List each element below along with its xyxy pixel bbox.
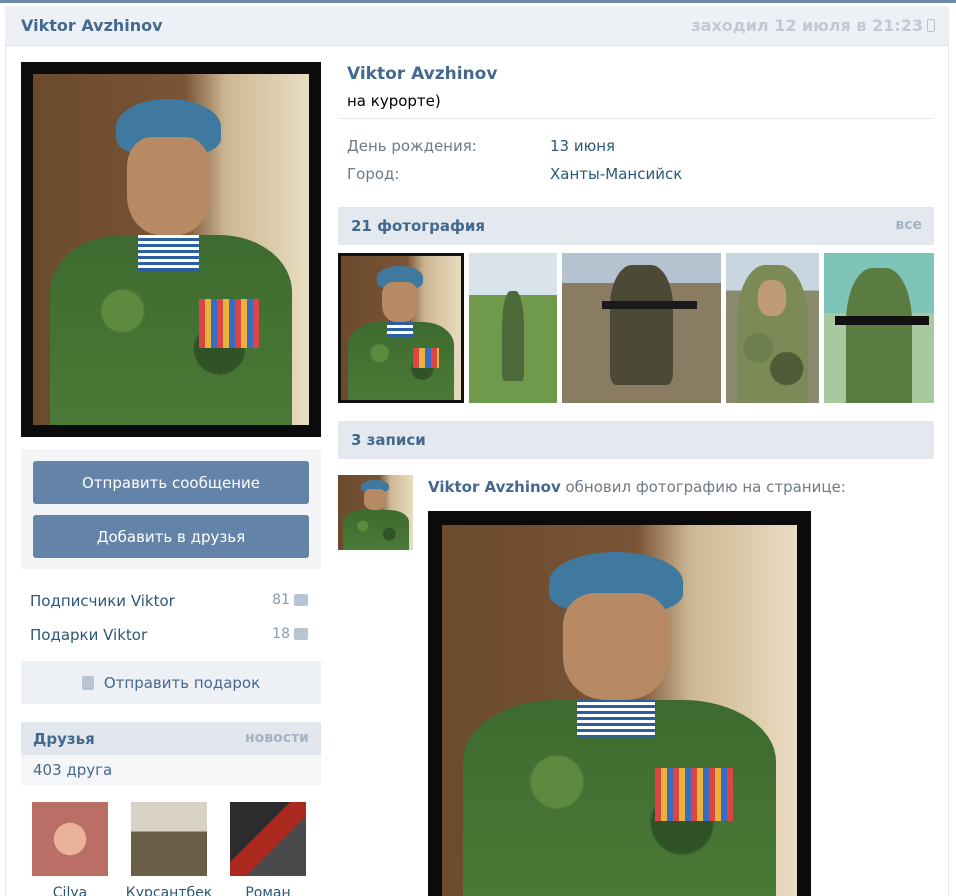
photo-thumbnail[interactable] [338, 253, 464, 403]
birthday-value[interactable]: 13 июня [550, 137, 615, 155]
medals-shape [655, 768, 734, 822]
soldier-figure [846, 268, 912, 403]
face-shape [562, 593, 670, 700]
face-shape [126, 137, 210, 236]
soldier-figure [609, 265, 674, 385]
soldier-figure [502, 290, 524, 381]
friends-count[interactable]: 403 друга [21, 755, 321, 785]
friend-avatar[interactable] [230, 802, 306, 876]
last-seen-status: заходил 12 июля в 21:23 [691, 16, 935, 35]
friend-name[interactable]: Курсантбек [119, 885, 219, 896]
photo-thumbnail[interactable] [469, 253, 557, 403]
photo-thumbnail[interactable] [562, 253, 721, 403]
gifts-count-value: 18 [272, 626, 290, 642]
followers-label: Подписчики Viktor [30, 592, 175, 610]
divider [338, 118, 934, 119]
followers-icon [294, 594, 308, 606]
post-author-avatar[interactable] [338, 475, 413, 550]
face-shape [381, 281, 418, 323]
wall-header: 3 записи [338, 421, 934, 459]
uniform-shape [342, 509, 409, 550]
friend-name[interactable]: Роман [218, 885, 318, 896]
gifts-label: Подарки Viktor [30, 626, 148, 644]
last-seen-text: заходил 12 июля в 21:23 [691, 16, 923, 35]
gifts-count: 18 [272, 626, 308, 642]
photos-title[interactable]: 21 фотография [351, 217, 485, 235]
mobile-phone-icon [927, 19, 935, 32]
profile-avatar[interactable] [21, 62, 321, 437]
action-buttons-box: Отправить сообщение Добавить в друзья [21, 449, 321, 569]
post-action-text: обновил фотографию на странице: [560, 478, 846, 496]
send-gift-button[interactable]: Отправить подарок [21, 661, 321, 704]
photos-header: 21 фотография все [338, 207, 934, 245]
followers-count: 81 [272, 592, 308, 608]
post-photo-image [442, 525, 797, 896]
add-friend-button[interactable]: Добавить в друзья [33, 515, 309, 558]
photo-thumbnail[interactable] [824, 253, 934, 403]
profile-name: Viktor Avzhinov [347, 64, 498, 84]
friend-avatar[interactable] [131, 802, 207, 876]
wall-title[interactable]: 3 записи [351, 431, 426, 449]
telnyashka-shape [137, 235, 199, 271]
post-header: Viktor Avzhinov обновил фотографию на ст… [428, 478, 846, 496]
avatar-photo [33, 74, 309, 425]
face-shape [363, 488, 386, 510]
profile-header: Viktor Avzhinov заходил 12 июля в 21:23 [5, 6, 949, 46]
top-line [0, 0, 956, 3]
profile-status[interactable]: на курорте) [347, 92, 441, 110]
post-photo[interactable] [428, 511, 811, 896]
telnyashka-shape [576, 699, 655, 738]
city-value[interactable]: Ханты-Мансийск [550, 165, 682, 183]
city-label: Город: [347, 165, 400, 183]
medals-shape [198, 298, 260, 348]
friend-avatar[interactable] [32, 802, 108, 876]
friends-header: Друзья новости [21, 722, 321, 755]
header-name[interactable]: Viktor Avzhinov [21, 16, 163, 35]
friends-title[interactable]: Друзья [33, 730, 95, 748]
photo-thumbnail[interactable] [726, 253, 819, 403]
rifle-shape [601, 301, 698, 309]
rifle-shape [835, 316, 929, 325]
face-shape [757, 280, 786, 316]
photos-all-link[interactable]: все [895, 217, 922, 233]
followers-link[interactable]: Подписчики Viktor 81 [30, 592, 308, 614]
friends-news-link[interactable]: новости [245, 730, 309, 746]
friend-name[interactable]: Cilya [20, 885, 120, 896]
telnyashka-shape [386, 322, 413, 337]
medals-shape [413, 348, 440, 369]
gifts-link[interactable]: Подарки Viktor 18 [30, 626, 308, 648]
birthday-label: День рождения: [347, 137, 477, 155]
gift-icon [294, 628, 308, 640]
send-gift-label: Отправить подарок [103, 673, 261, 692]
gift-icon [81, 675, 94, 690]
send-message-button[interactable]: Отправить сообщение [33, 461, 309, 504]
post-author-name[interactable]: Viktor Avzhinov [428, 478, 561, 496]
followers-count-value: 81 [272, 592, 290, 608]
